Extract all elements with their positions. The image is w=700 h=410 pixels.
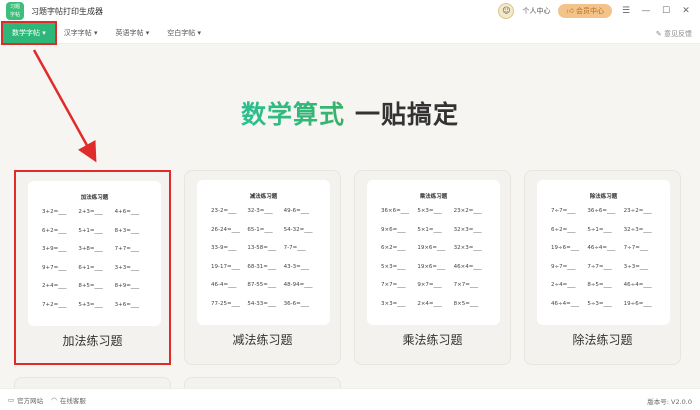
online-support-link[interactable]: ◠ 在线客服 — [51, 395, 86, 405]
version-label: 版本号: V2.0.0 — [647, 398, 692, 406]
monitor-icon: ▭ — [8, 395, 15, 404]
headset-icon: ◠ — [51, 395, 57, 404]
annotation-arrow — [32, 49, 97, 163]
footer: ▭ 官方网站 ◠ 在线客服 版本号: V2.0.0 — [0, 388, 700, 410]
official-website-link[interactable]: ▭ 官方网站 — [8, 395, 43, 405]
